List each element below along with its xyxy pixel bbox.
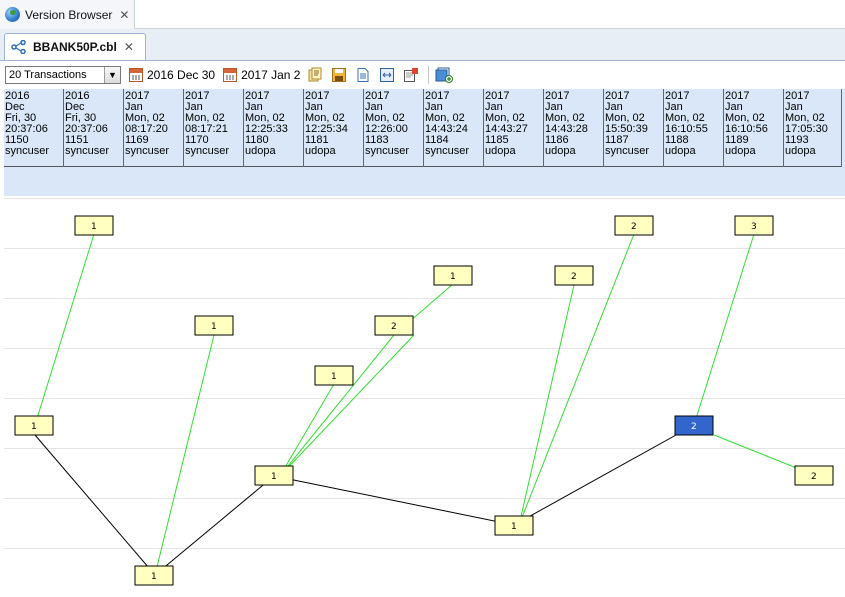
transactions-select[interactable]: 20 Transactions ▼: [5, 66, 121, 84]
svg-text:1: 1: [151, 572, 157, 582]
svg-text:3: 3: [751, 222, 757, 232]
transaction-column[interactable]: 2017 Jan Mon, 02 16:10:56 1189 udopa: [724, 89, 784, 167]
transaction-user: udopa: [245, 145, 276, 157]
editor-tab-bbank50p[interactable]: BBANK50P.cbl ✕: [4, 33, 146, 60]
toolbar: 20 Transactions ▼ 2016 Dec 30 2017 Jan 2: [0, 61, 845, 89]
version-node[interactable]: 1: [14, 415, 54, 436]
globe-icon: [5, 7, 20, 22]
transaction-user: udopa: [725, 145, 756, 157]
branch-file-icon: [11, 40, 26, 54]
branch-edge: [34, 233, 95, 426]
transaction-user: syncuser: [125, 145, 170, 157]
compare-icon[interactable]: [306, 66, 324, 84]
main-edge: [34, 434, 156, 576]
end-date-label: 2017 Jan 2: [241, 68, 301, 82]
version-node[interactable]: 3: [734, 215, 774, 236]
save-icon[interactable]: [330, 66, 348, 84]
branch-edge: [279, 383, 335, 477]
chevron-down-icon[interactable]: ▼: [104, 67, 120, 83]
version-node[interactable]: 2: [374, 315, 414, 336]
transaction-user: syncuser: [605, 145, 650, 157]
svg-text:1: 1: [211, 322, 217, 332]
svg-text:2: 2: [691, 422, 697, 432]
version-node[interactable]: 1: [433, 265, 473, 286]
transaction-column[interactable]: 2016 Dec Fri, 30 20:37:06 1151 syncuser: [64, 89, 124, 167]
branch-edge: [154, 334, 215, 576]
svg-text:2: 2: [811, 472, 817, 482]
transaction-column[interactable]: 2017 Jan Mon, 02 15:50:39 1187 syncuser: [604, 89, 664, 167]
branch-edge: [279, 334, 395, 477]
export-icon[interactable]: [402, 66, 420, 84]
view-title: Version Browser: [25, 7, 113, 22]
transaction-column[interactable]: 2017 Jan Mon, 02 12:26:00 1183 syncuser: [364, 89, 424, 167]
transactions-select-value: 20 Transactions: [9, 69, 87, 81]
branch-edge: [693, 233, 755, 426]
transaction-user: udopa: [665, 145, 696, 157]
transaction-column[interactable]: 2017 Jan Mon, 02 08:17:21 1170 syncuser: [184, 89, 244, 167]
version-node[interactable]: 1: [194, 315, 234, 336]
transaction-column[interactable]: 2017 Jan Mon, 02 17:05:30 1193 udopa: [784, 89, 842, 167]
svg-text:1: 1: [91, 222, 97, 232]
start-date-button[interactable]: 2016 Dec 30: [129, 68, 215, 82]
svg-text:1: 1: [331, 372, 337, 382]
version-node[interactable]: 1: [74, 215, 114, 236]
transaction-user: udopa: [305, 145, 336, 157]
branch-edge: [279, 334, 415, 477]
version-browser-tab[interactable]: Version Browser ✕: [0, 0, 135, 29]
transaction-user: syncuser: [185, 145, 230, 157]
transaction-user: udopa: [785, 145, 816, 157]
svg-text:2: 2: [571, 272, 577, 282]
version-node-selected[interactable]: 2: [674, 415, 714, 436]
version-node[interactable]: 2: [794, 465, 834, 486]
main-edge: [513, 424, 695, 526]
version-node[interactable]: 1: [494, 515, 534, 536]
add-component-icon[interactable]: [435, 66, 454, 84]
transaction-column[interactable]: 2017 Jan Mon, 02 16:10:55 1188 udopa: [664, 89, 724, 167]
version-graph-canvas: 1 1 1 1 1 2 1 1 1 2 2 2 3 2: [14, 215, 834, 586]
transaction-column[interactable]: 2017 Jan Mon, 02 14:43:24 1184 syncuser: [424, 89, 484, 167]
transaction-user: udopa: [545, 145, 576, 157]
close-editor-icon[interactable]: ✕: [124, 40, 134, 54]
transaction-user: syncuser: [365, 145, 410, 157]
transaction-column[interactable]: 2017 Jan Mon, 02 12:25:33 1180 udopa: [244, 89, 304, 167]
close-view-icon[interactable]: ✕: [119, 8, 129, 22]
version-graph: 1 1 1 1 1 2 1 1 1 2 2 2 3 2: [4, 196, 845, 597]
version-node[interactable]: 1: [314, 365, 354, 386]
transaction-column[interactable]: 2017 Jan Mon, 02 14:43:28 1186 udopa: [544, 89, 604, 167]
main-edge: [273, 475, 515, 526]
end-date-button[interactable]: 2017 Jan 2: [223, 68, 300, 82]
transaction-column[interactable]: 2017 Jan Mon, 02 14:43:27 1185 udopa: [484, 89, 544, 167]
transaction-user: syncuser: [425, 145, 470, 157]
transaction-columns: 2016 Dec Fri, 30 20:37:06 1150 syncuser 2016 De…: [4, 89, 842, 167]
transaction-user: syncuser: [5, 145, 50, 157]
version-node[interactable]: 2: [614, 215, 654, 236]
calendar-icon: [223, 68, 238, 82]
version-node[interactable]: 2: [554, 265, 594, 286]
svg-text:1: 1: [271, 472, 277, 482]
calendar-icon: [129, 68, 143, 82]
document-icon[interactable]: [354, 66, 372, 84]
version-node[interactable]: 1: [254, 465, 294, 486]
editor-title: BBANK50P.cbl: [33, 40, 117, 54]
svg-text:1: 1: [31, 422, 37, 432]
transaction-column[interactable]: 2017 Jan Mon, 02 08:17:20 1169 syncuser: [124, 89, 184, 167]
view-tabbar: Version Browser ✕: [0, 0, 845, 29]
svg-text:2: 2: [631, 222, 637, 232]
transaction-user: syncuser: [65, 145, 110, 157]
toolbar-separator: [428, 66, 430, 84]
branch-edge: [518, 284, 575, 526]
editor-tabbar: BBANK50P.cbl ✕: [0, 29, 845, 61]
main-edge: [154, 475, 275, 576]
svg-text:1: 1: [450, 272, 456, 282]
transaction-column[interactable]: 2017 Jan Mon, 02 12:25:34 1181 udopa: [304, 89, 364, 167]
fit-icon[interactable]: [378, 66, 396, 84]
start-date-label: 2016 Dec 30: [147, 68, 216, 82]
svg-text:1: 1: [511, 522, 517, 532]
transaction-header: 2016 Dec Fri, 30 20:37:06 1150 syncuser 2016 De…: [4, 89, 845, 196]
transaction-user: udopa: [485, 145, 516, 157]
version-node[interactable]: 1: [134, 565, 174, 586]
svg-text:2: 2: [391, 322, 397, 332]
transaction-column[interactable]: 2016 Dec Fri, 30 20:37:06 1150 syncuser: [4, 89, 64, 167]
